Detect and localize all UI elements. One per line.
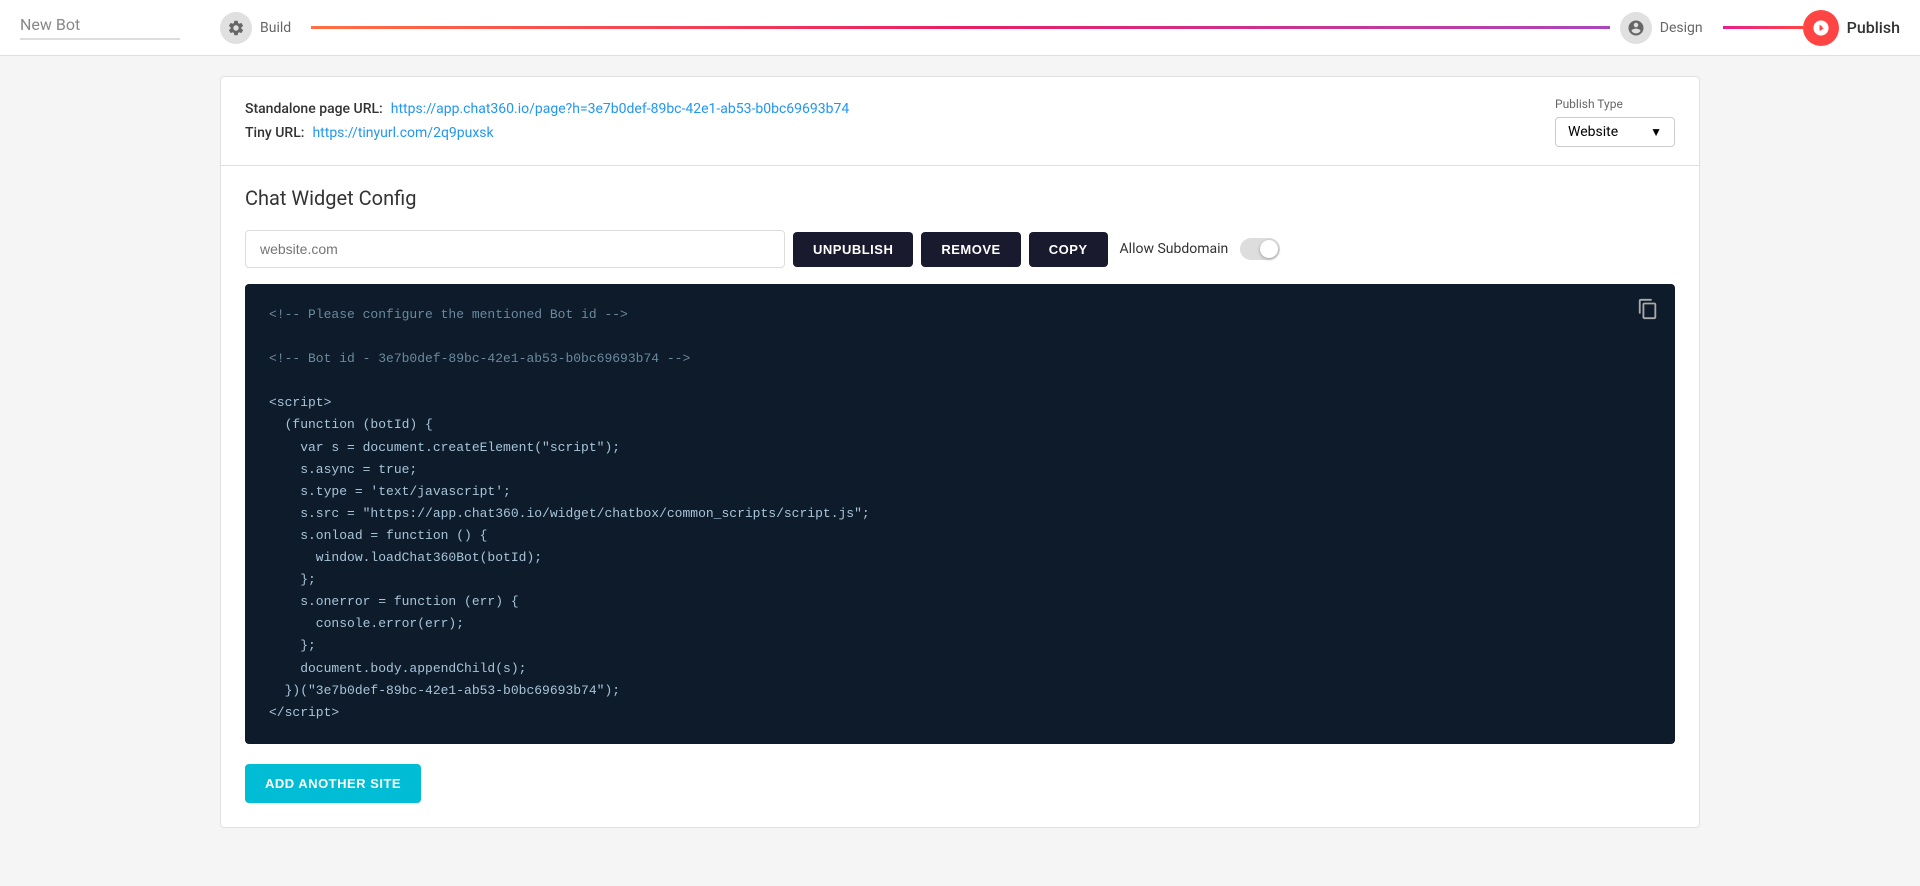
section-title: Chat Widget Config — [245, 186, 1675, 210]
publish-icon — [1803, 10, 1839, 46]
publish-type-dropdown[interactable]: Website ▼ — [1555, 117, 1675, 147]
code-block: <!-- Please configure the mentioned Bot … — [245, 284, 1675, 744]
publish-nav[interactable]: Publish — [1803, 10, 1900, 46]
add-another-site-button[interactable]: ADD ANOTHER SITE — [245, 764, 421, 803]
tiny-url-link[interactable]: https://tinyurl.com/2q9puxsk — [312, 125, 493, 141]
url-section: Standalone page URL: https://app.chat360… — [245, 101, 1675, 141]
design-step[interactable]: Design — [1620, 12, 1723, 44]
build-step[interactable]: Build — [220, 12, 311, 44]
new-bot-underline — [20, 38, 180, 40]
allow-subdomain-label: Allow Subdomain — [1120, 241, 1229, 257]
standalone-url-label: Standalone page URL: — [245, 101, 383, 117]
publish-type-section: Publish Type Website ▼ — [1555, 97, 1675, 147]
build-icon — [220, 12, 252, 44]
publish-line — [1723, 26, 1803, 29]
copy-button[interactable]: COPY — [1029, 232, 1108, 267]
new-bot-section: New Bot — [20, 15, 220, 40]
publish-label: Publish — [1847, 18, 1900, 37]
progress-line — [311, 26, 1610, 29]
code-content: <!-- Please configure the mentioned Bot … — [269, 304, 1651, 724]
tiny-url-row: Tiny URL: https://tinyurl.com/2q9puxsk — [245, 125, 1675, 141]
dropdown-chevron-icon: ▼ — [1650, 125, 1662, 139]
tiny-url-label: Tiny URL: — [245, 125, 304, 141]
website-input[interactable] — [245, 230, 785, 268]
controls-row: UNPUBLISH REMOVE COPY Allow Subdomain — [245, 230, 1675, 268]
publish-type-label: Publish Type — [1555, 97, 1623, 111]
build-label: Build — [260, 20, 291, 36]
section-divider — [221, 165, 1699, 166]
new-bot-label: New Bot — [20, 15, 80, 34]
unpublish-button[interactable]: UNPUBLISH — [793, 232, 913, 267]
allow-subdomain-toggle[interactable] — [1240, 238, 1280, 260]
main-content: Standalone page URL: https://app.chat360… — [200, 56, 1720, 848]
steps-container: Build Design — [220, 12, 1803, 44]
standalone-url-row: Standalone page URL: https://app.chat360… — [245, 101, 1675, 117]
top-navigation: New Bot Build Design — [0, 0, 1920, 56]
code-copy-icon[interactable] — [1637, 298, 1659, 325]
publish-type-value: Website — [1568, 124, 1618, 140]
standalone-url-link[interactable]: https://app.chat360.io/page?h=3e7b0def-8… — [391, 101, 849, 117]
remove-button[interactable]: REMOVE — [921, 232, 1020, 267]
content-card: Standalone page URL: https://app.chat360… — [220, 76, 1700, 828]
design-icon — [1620, 12, 1652, 44]
design-label: Design — [1660, 20, 1703, 36]
